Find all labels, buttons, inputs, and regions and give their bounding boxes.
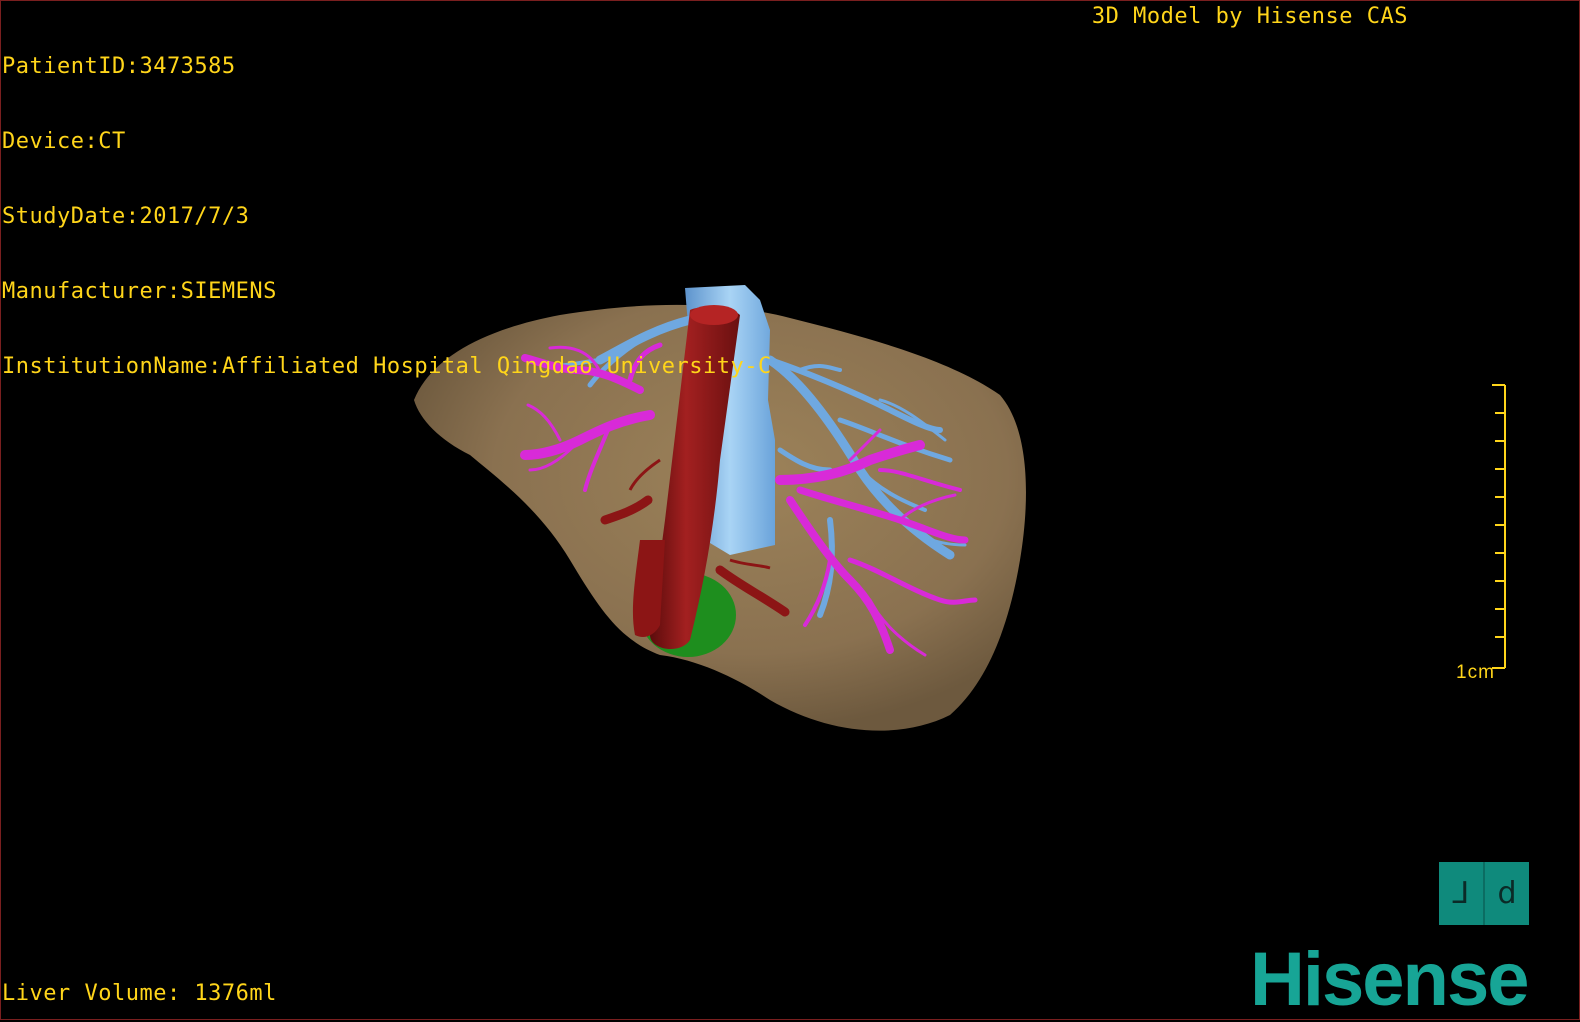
- orientation-left-glyph: ⅃: [1452, 876, 1470, 911]
- scale-bar: [1492, 384, 1506, 669]
- liver-volume: Liver Volume: 1376ml: [2, 981, 277, 1006]
- orientation-cube-icon[interactable]: ⅃ d: [1439, 862, 1529, 925]
- orientation-right-glyph: d: [1497, 876, 1517, 911]
- patient-info: PatientID:3473585 Device:CT StudyDate:20…: [2, 4, 772, 404]
- patient-id: PatientID:3473585: [2, 54, 236, 79]
- device: Device:CT: [2, 129, 126, 154]
- study-date: StudyDate:2017/7/3: [2, 204, 250, 229]
- manufacturer: Manufacturer:SIEMENS: [2, 279, 277, 304]
- institution-name: InstitutionName:Affiliated Hospital Qing…: [2, 354, 772, 379]
- scale-bar-label: 1cm: [1456, 662, 1495, 683]
- hisense-logo: Hisense: [1250, 937, 1529, 1022]
- model-credit: 3D Model by Hisense CAS: [1091, 4, 1408, 29]
